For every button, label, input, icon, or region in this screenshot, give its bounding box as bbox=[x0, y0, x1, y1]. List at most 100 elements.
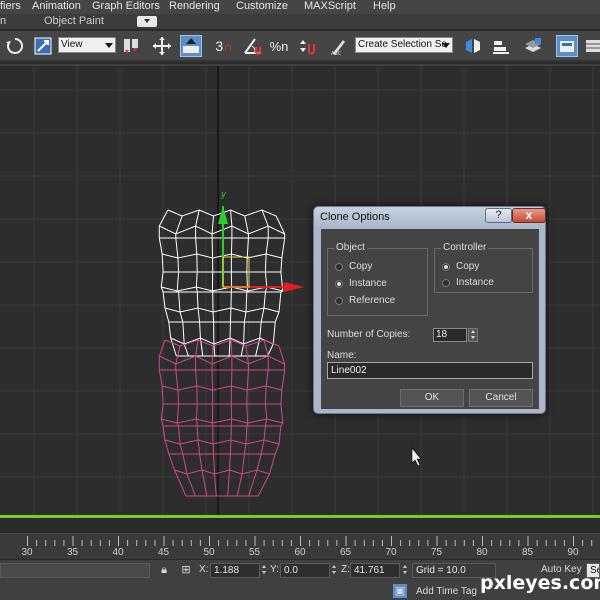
cloned-mesh-object[interactable] bbox=[158, 339, 286, 497]
mesh-edge bbox=[178, 425, 181, 445]
ribbon-tab-object-paint[interactable]: Object Paint bbox=[44, 15, 104, 27]
menu-modifiers[interactable]: fiers bbox=[0, 0, 21, 14]
menu-graph-editors[interactable]: Graph Editors bbox=[92, 0, 160, 14]
reference-coordinate-select[interactable]: View bbox=[58, 37, 116, 53]
z-coordinate-label: Z: bbox=[341, 564, 350, 575]
add-time-tag-icon[interactable]: ▣ bbox=[393, 584, 407, 598]
snaps-toggle-icon[interactable]: 3 ∩ bbox=[210, 35, 238, 57]
add-time-tag-label[interactable]: Add Time Tag bbox=[416, 586, 477, 597]
transform-type-in-icon[interactable]: ⊞ bbox=[179, 563, 193, 577]
rotate-icon[interactable] bbox=[4, 35, 26, 57]
timeline-tick-label: 90 bbox=[567, 547, 579, 558]
mesh-edge bbox=[263, 425, 266, 441]
mesh-edge bbox=[255, 337, 261, 357]
mesh-edge bbox=[158, 237, 163, 255]
mesh-edge bbox=[281, 237, 286, 259]
time-slider-track[interactable]: 30 35 40 45 50 55 60 65 70 75 80 85 90 bbox=[0, 533, 600, 559]
mesh-edge bbox=[229, 307, 232, 323]
cancel-button[interactable]: Cancel bbox=[469, 389, 533, 407]
clone-options-dialog: Clone Options ? x Object Copy Instance R… bbox=[313, 206, 546, 414]
percent-snap-icon[interactable]: %n bbox=[266, 35, 292, 57]
mesh-edge bbox=[274, 443, 280, 455]
object-instance-radio[interactable]: Instance bbox=[335, 278, 387, 289]
mesh-edge bbox=[243, 321, 245, 345]
mesh-edge bbox=[212, 311, 215, 323]
select-and-manipulate-icon[interactable] bbox=[151, 35, 173, 57]
controller-instance-radio[interactable]: Instance bbox=[442, 277, 494, 288]
mesh-edge bbox=[175, 369, 179, 391]
mesh-edge bbox=[245, 291, 248, 313]
object-reference-radio[interactable]: Reference bbox=[335, 295, 395, 306]
scene-explorer-icon[interactable] bbox=[582, 35, 600, 57]
lock-icon[interactable]: 🔒︎ bbox=[157, 563, 171, 577]
mesh-ring bbox=[164, 439, 280, 445]
mesh-edge bbox=[264, 385, 267, 405]
scale-icon[interactable] bbox=[32, 35, 54, 57]
ok-button[interactable]: OK bbox=[400, 389, 464, 407]
edit-named-selection-icon[interactable]: ABC bbox=[328, 35, 350, 57]
timeline-tick-label: 85 bbox=[522, 547, 534, 558]
menu-rendering[interactable]: Rendering bbox=[169, 0, 220, 14]
ribbon-dropdown-icon[interactable] bbox=[137, 16, 157, 27]
mesh-edge bbox=[196, 291, 199, 309]
dialog-titlebar[interactable]: Clone Options ? x bbox=[314, 207, 546, 227]
mesh-edge bbox=[164, 439, 170, 455]
menu-bar: fiers Animation Graph Editors Rendering … bbox=[0, 0, 600, 14]
help-button[interactable]: ? bbox=[485, 208, 512, 223]
graphite-modeling-tools-icon[interactable] bbox=[556, 35, 578, 57]
mesh-edge bbox=[182, 453, 188, 475]
mesh-edge bbox=[280, 422, 284, 427]
mesh-edge bbox=[240, 343, 245, 357]
dialog-title: Clone Options bbox=[320, 211, 390, 223]
x-coordinate-field[interactable]: 1.188 bbox=[210, 563, 260, 578]
mesh-edge bbox=[264, 253, 267, 273]
copies-spinner-arrows[interactable] bbox=[468, 328, 478, 342]
angle-snap-icon[interactable] bbox=[242, 35, 264, 57]
mesh-ring bbox=[174, 469, 270, 475]
timeline-tick-label: 40 bbox=[112, 547, 124, 558]
mesh-edge bbox=[241, 453, 245, 475]
spinner-snap-icon[interactable] bbox=[296, 35, 318, 57]
menu-help[interactable]: Help bbox=[373, 0, 396, 14]
align-icon[interactable] bbox=[490, 35, 512, 57]
radio-dot-icon bbox=[335, 296, 343, 305]
name-input[interactable]: Line002 bbox=[327, 362, 533, 379]
mesh-edge bbox=[265, 237, 269, 255]
layer-manager-icon[interactable] bbox=[522, 35, 544, 57]
mesh-edge bbox=[280, 389, 283, 405]
mesh-edge bbox=[195, 209, 200, 227]
object-copy-radio[interactable]: Copy bbox=[335, 261, 372, 272]
mesh-ring bbox=[159, 355, 285, 365]
z-coordinate-field[interactable]: 41.761 bbox=[350, 563, 400, 578]
menu-customize[interactable]: Customize bbox=[236, 0, 288, 14]
ribbon-tab-freeform[interactable]: n bbox=[0, 15, 6, 27]
mirror-icon[interactable] bbox=[462, 35, 484, 57]
watermark-logo: pxleyes.com bbox=[480, 572, 600, 594]
menu-maxscript[interactable]: MAXScript bbox=[304, 0, 356, 14]
gizmo-x-arrowhead bbox=[284, 282, 304, 292]
mesh-edge bbox=[164, 307, 170, 323]
z-spinner-arrows[interactable] bbox=[402, 564, 409, 577]
close-button[interactable]: x bbox=[512, 208, 546, 223]
controller-group-label: Controller bbox=[441, 242, 489, 253]
named-selection-set-select[interactable]: Create Selection Se bbox=[355, 37, 453, 53]
mesh-edge bbox=[280, 290, 284, 293]
mesh-edge bbox=[280, 257, 283, 273]
y-coordinate-field[interactable]: 0.0 bbox=[280, 563, 330, 578]
menu-animation[interactable]: Animation bbox=[32, 0, 81, 14]
y-spinner-arrows[interactable] bbox=[331, 564, 338, 577]
mesh-edge bbox=[246, 403, 249, 424]
x-spinner-arrows[interactable] bbox=[261, 564, 268, 577]
controller-group: Controller Copy Instance bbox=[434, 242, 533, 293]
pivot-center-icon[interactable] bbox=[120, 35, 142, 57]
mesh-edge bbox=[243, 311, 247, 323]
mesh-edge bbox=[195, 403, 198, 420]
mesh-edge bbox=[281, 369, 286, 391]
radio-dot-icon bbox=[335, 262, 343, 271]
gizmo-y-arrowhead bbox=[218, 206, 228, 224]
copies-spinner-input[interactable]: 18 bbox=[433, 328, 467, 342]
timeline-ticks bbox=[27, 536, 593, 546]
mesh-edge bbox=[246, 237, 249, 259]
keyboard-shortcut-override-icon[interactable] bbox=[180, 35, 202, 57]
controller-copy-radio[interactable]: Copy bbox=[442, 261, 479, 272]
